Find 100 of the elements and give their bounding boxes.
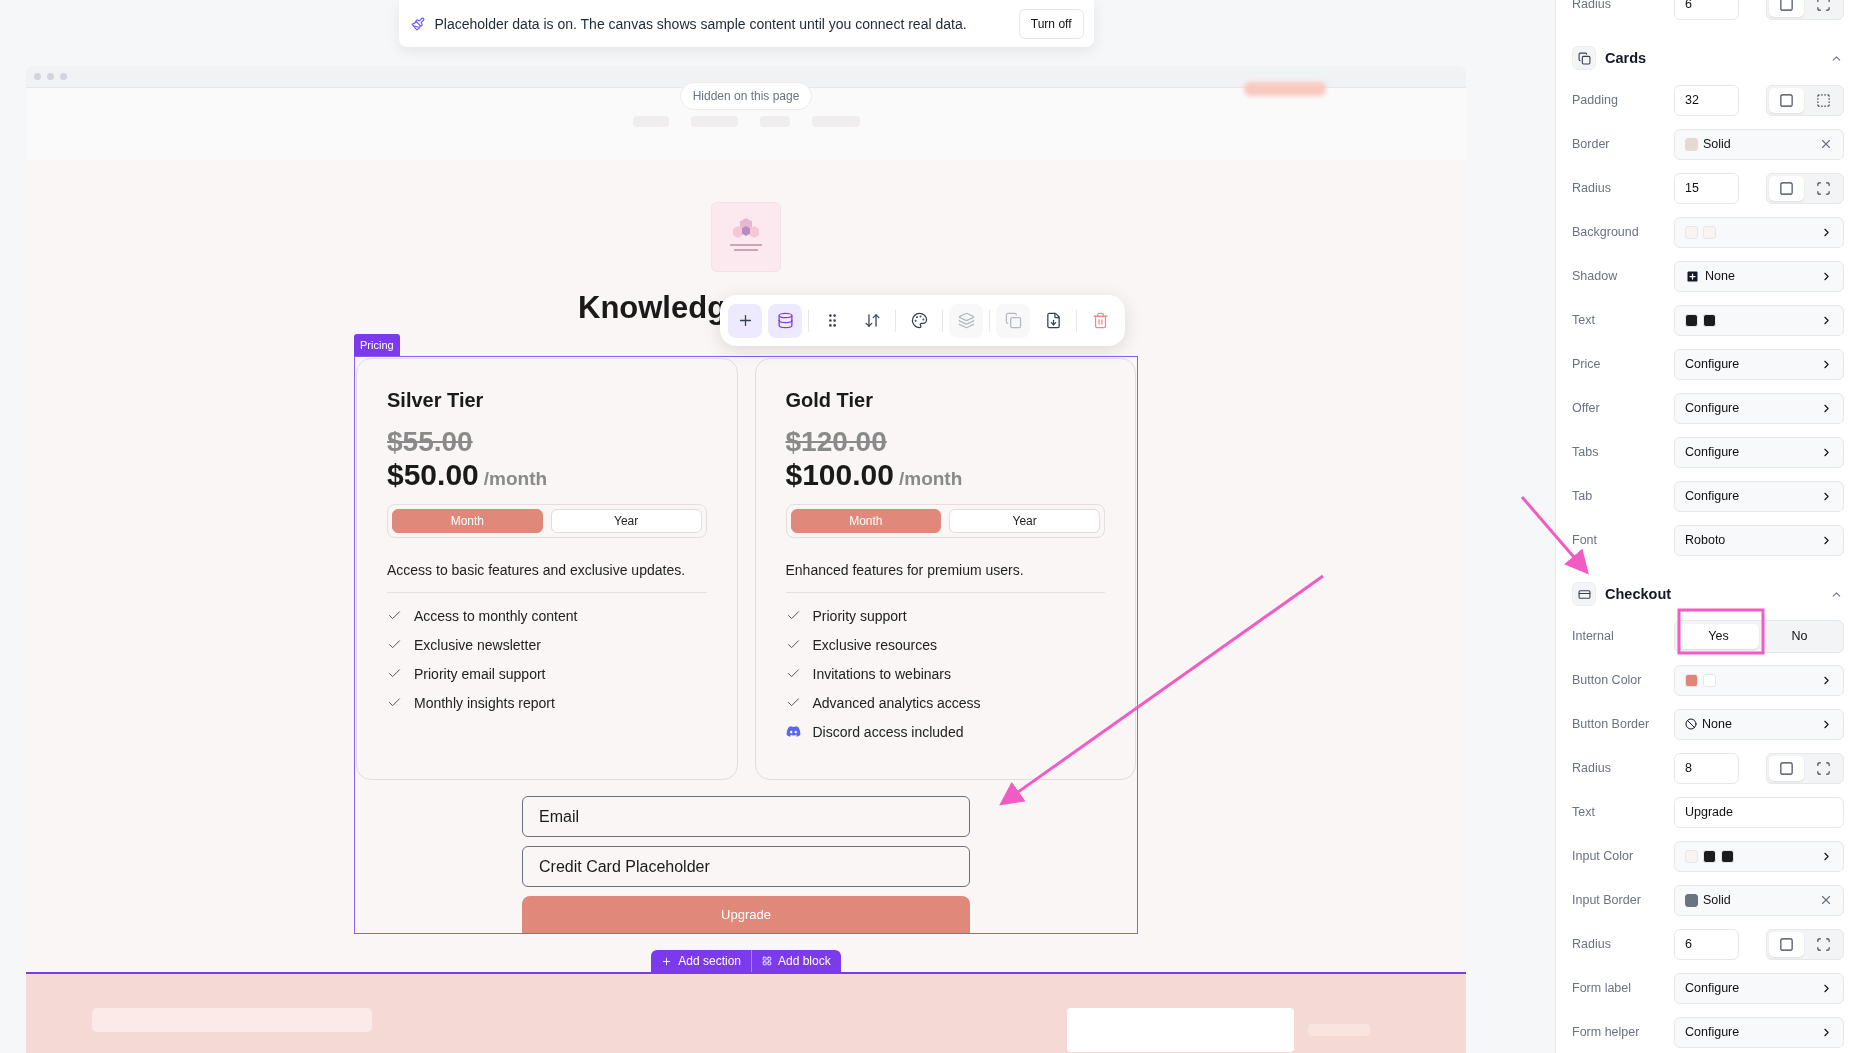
select-button[interactable]	[1674, 840, 1844, 872]
brush-icon	[410, 16, 425, 31]
toggle-option[interactable]: Yes	[1678, 623, 1759, 649]
corners-icon	[1816, 180, 1831, 196]
add-button[interactable]	[728, 303, 762, 338]
mode-button[interactable]	[1769, 755, 1804, 781]
corners-icon	[1816, 0, 1831, 12]
feature-text: Monthly insights report	[414, 694, 555, 711]
number-field[interactable]: 32	[1674, 84, 1739, 116]
square-icon	[1779, 936, 1794, 952]
select-button[interactable]: Configure	[1674, 972, 1844, 1004]
tier-description: Access to basic features and exclusive updates.	[387, 562, 687, 578]
palette-icon	[910, 312, 928, 329]
window-dot	[47, 73, 54, 80]
select-button[interactable]: None	[1674, 260, 1844, 292]
email-field[interactable]: Email	[522, 796, 970, 837]
hidden-badge: Hidden on this page	[679, 82, 813, 110]
feature-text: Discord access included	[812, 723, 964, 740]
dashed-square-icon	[1816, 92, 1831, 108]
field-label: Text	[1572, 805, 1596, 819]
field-label: Radius	[1572, 761, 1612, 775]
credit-card-icon	[1577, 587, 1591, 601]
select-button[interactable]: Configure	[1674, 436, 1844, 468]
clear-icon[interactable]	[1819, 893, 1833, 907]
price-period: /month	[483, 468, 548, 490]
square-icon	[1779, 92, 1794, 108]
section-title: Cards	[1605, 50, 1648, 66]
ban-icon	[1685, 718, 1697, 730]
billing-tab[interactable]: Year	[949, 509, 1100, 533]
turn-off-button[interactable]: Turn off	[1018, 8, 1084, 39]
mode-button[interactable]	[1769, 931, 1804, 957]
corners-icon	[1816, 936, 1831, 952]
feature-text: Priority email support	[414, 665, 546, 682]
data-button[interactable]	[768, 303, 802, 338]
discord-icon	[785, 724, 801, 739]
text-field[interactable]: Upgrade	[1674, 796, 1844, 828]
select-button[interactable]: Configure	[1674, 392, 1844, 424]
square-icon	[1779, 760, 1794, 776]
corners-icon	[1816, 760, 1831, 776]
price-period: /month	[898, 468, 963, 490]
old-price: $120.00	[785, 426, 888, 458]
border-select[interactable]: Solid	[1674, 128, 1844, 160]
window-dot	[34, 73, 41, 80]
toggle-option[interactable]: No	[1759, 623, 1840, 649]
field-label: Tabs	[1572, 445, 1600, 459]
arrows-icon	[863, 312, 881, 329]
feature-text: Advanced analytics access	[812, 694, 981, 711]
old-price: $55.00	[387, 426, 474, 458]
add-section-button[interactable]: Add section	[651, 950, 752, 972]
page-title: Knowledg	[578, 290, 727, 326]
tier-title: Silver Tier	[387, 389, 485, 412]
feature-text: Exclusive newsletter	[414, 636, 541, 653]
clear-icon[interactable]	[1819, 137, 1833, 151]
field-label: Button Color	[1572, 673, 1643, 687]
section-tag: Pricing	[354, 334, 400, 356]
field-label: Price	[1572, 357, 1602, 371]
select-button[interactable]: Configure	[1674, 348, 1844, 380]
number-field[interactable]: 8	[1674, 752, 1739, 784]
feature-text: Access to monthly content	[414, 607, 578, 624]
field-label: Button Border	[1572, 717, 1651, 731]
select-button[interactable]	[1674, 304, 1844, 336]
number-field[interactable]: 15	[1674, 172, 1739, 204]
field-label: Shadow	[1572, 269, 1619, 283]
select-button[interactable]: None	[1674, 708, 1844, 740]
square-icon	[1779, 180, 1794, 196]
plus-icon	[1685, 268, 1700, 284]
plus-icon	[661, 955, 673, 967]
tier-description: Enhanced features for premium users.	[785, 562, 1025, 578]
grid-icon	[762, 956, 772, 966]
add-block-button[interactable]: Add block	[752, 950, 841, 972]
field-label: Background	[1572, 225, 1640, 239]
tier-title: Gold Tier	[785, 389, 874, 412]
stacked-squares-icon	[1577, 51, 1591, 65]
field-label: Tab	[1572, 489, 1594, 503]
select-button[interactable]: Roboto	[1674, 524, 1844, 556]
price: $50.00	[387, 458, 479, 492]
number-field[interactable]: 6	[1674, 0, 1739, 20]
field-label: Font	[1572, 533, 1598, 547]
billing-tab[interactable]: Year	[550, 509, 702, 533]
copy-icon	[1004, 312, 1022, 329]
window-dot	[60, 73, 67, 80]
field-label: Offer	[1572, 401, 1601, 415]
card-field[interactable]: Credit Card Placeholder	[522, 846, 970, 887]
border-select[interactable]: Solid	[1674, 884, 1844, 916]
banner-message: Placeholder data is on. The canvas shows sample content until you connect real data.	[434, 15, 968, 32]
number-field[interactable]: 6	[1674, 928, 1739, 960]
field-label: Text	[1572, 313, 1596, 327]
mode-button[interactable]	[1769, 87, 1804, 113]
select-button[interactable]: Configure	[1674, 1016, 1844, 1048]
price: $100.00	[785, 458, 894, 492]
database-icon	[776, 312, 794, 329]
select-button[interactable]: Configure	[1674, 480, 1844, 512]
mode-button[interactable]	[1769, 175, 1804, 201]
trash-icon	[1091, 312, 1109, 329]
field-label: Radius	[1572, 937, 1612, 951]
feature-text: Priority support	[812, 607, 907, 624]
field-label: Input Color	[1572, 849, 1635, 863]
section-title: Checkout	[1605, 586, 1673, 602]
field-label: Form helper	[1572, 1025, 1641, 1039]
layers-icon	[957, 312, 975, 329]
